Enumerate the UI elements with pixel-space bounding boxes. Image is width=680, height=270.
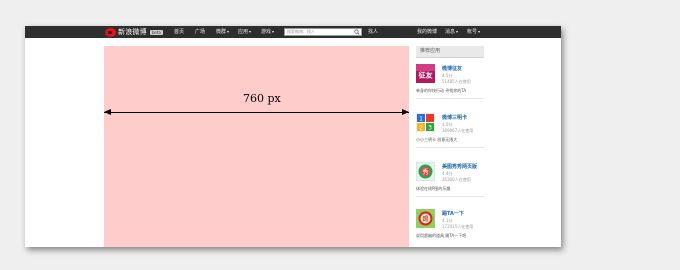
nav-item-square[interactable]: 广场: [195, 26, 205, 38]
app-users: 51485人在使用: [442, 79, 471, 84]
chevron-down-icon: ▾: [227, 29, 230, 34]
app-name[interactable]: 微博三明卡: [442, 114, 467, 121]
arrow-left-icon: [104, 109, 111, 115]
app-name[interactable]: 微博征友: [442, 65, 462, 72]
nav-item-games[interactable]: 游戏▾: [261, 26, 274, 38]
messages-menu[interactable]: 消息▾: [445, 26, 458, 38]
nav-label: 首页: [174, 29, 185, 35]
zhengyou-app-icon: 征友: [416, 64, 435, 83]
search-placeholder: 搜索微博、找人: [287, 29, 315, 34]
app-users: 35300人在使用: [442, 177, 471, 182]
browser-window: 新浪微博 beta 首页 广场 微群▾ 应用▾ 游戏▾ 搜索微博、找人 找人 我…: [25, 26, 561, 247]
divider: [416, 196, 484, 197]
app-description: 小小三明卡 创意无限大: [416, 137, 458, 142]
top-nav-bar: 新浪微博 beta 首页 广场 微群▾ 应用▾ 游戏▾ 搜索微博、找人 找人 我…: [25, 26, 561, 38]
chevron-down-icon: ▾: [456, 29, 459, 34]
app-users: 309067人在使用: [442, 128, 474, 133]
divider: [416, 98, 484, 99]
sidebar-title: 推荐应用: [420, 48, 441, 54]
chevron-down-icon: ▾: [249, 29, 252, 34]
chevron-down-icon: ▾: [272, 29, 275, 34]
recommended-apps-header: 推荐应用: [416, 46, 484, 58]
find-people-label: 找人: [368, 29, 379, 35]
app-description: 说用超幽的道具 踢TA一下吧: [416, 233, 467, 238]
nav-item-home[interactable]: 首页: [174, 26, 184, 38]
tixiaota-app-icon: 踢: [416, 209, 435, 228]
account-menu[interactable]: 帐号▾: [467, 26, 480, 38]
nav-item-apps[interactable]: 应用▾: [238, 26, 251, 38]
messages-label: 消息: [445, 29, 456, 35]
app-description: 体验在线P图的乐趣: [416, 186, 451, 191]
my-weibo-link[interactable]: 我的微博: [417, 26, 437, 38]
weibo-eye-icon: [105, 27, 116, 37]
logo-text: 新浪微博: [118, 28, 147, 36]
divider: [416, 147, 484, 148]
nav-label: 广场: [195, 29, 206, 35]
sandwich-card-app-icon: 1 2 3: [416, 113, 435, 132]
width-dimension-line: [104, 112, 409, 113]
meitu-app-icon: 秀: [416, 162, 435, 181]
svg-text:征友: 征友: [418, 71, 433, 80]
arrow-right-icon: [402, 109, 409, 115]
svg-text:踢: 踢: [422, 216, 428, 223]
search-input[interactable]: 搜索微博、找人: [284, 28, 362, 36]
chevron-down-icon: ▾: [478, 29, 481, 34]
nav-label: 应用: [238, 29, 249, 35]
main-content-area: 760 px: [104, 46, 409, 247]
my-weibo-label: 我的微博: [417, 29, 438, 35]
svg-text:3: 3: [428, 125, 432, 132]
nav-label: 微群: [216, 29, 227, 35]
search-icon[interactable]: [353, 29, 361, 35]
weibo-logo[interactable]: 新浪微博 beta: [105, 27, 163, 37]
find-people-link[interactable]: 找人: [368, 26, 378, 38]
beta-badge: beta: [149, 29, 163, 35]
account-label: 帐号: [467, 29, 478, 35]
nav-item-groups[interactable]: 微群▾: [216, 26, 229, 38]
app-description: 单身的你快行动 寻找你的TA: [416, 88, 467, 93]
app-name[interactable]: 美图秀秀网页版: [442, 163, 477, 170]
svg-text:2: 2: [419, 125, 423, 132]
app-name[interactable]: 踢TA一下: [442, 210, 464, 217]
app-users: 172015人在使用: [442, 224, 474, 229]
nav-label: 游戏: [261, 29, 272, 35]
width-label: 760 px: [243, 92, 281, 105]
svg-text:秀: 秀: [422, 168, 428, 176]
svg-text:1: 1: [419, 116, 423, 123]
